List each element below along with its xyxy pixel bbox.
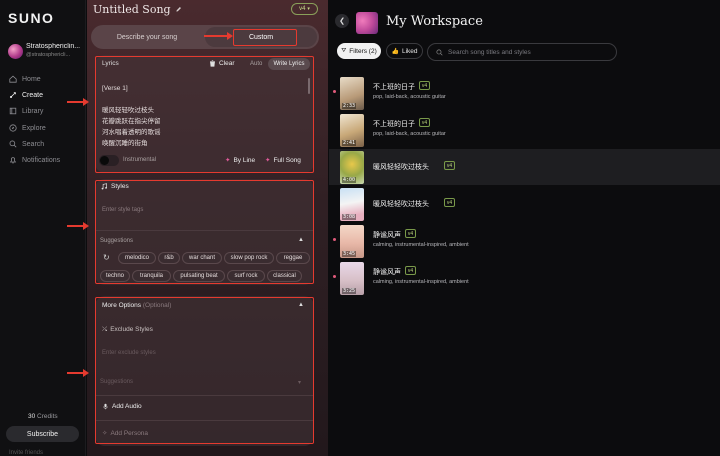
sidebar-item-label: Search <box>22 140 45 148</box>
search-input[interactable]: Search song titles and styles <box>427 43 617 61</box>
duration: 3:45 <box>342 251 357 257</box>
filters-label: Filters (2) <box>349 47 377 55</box>
bell-icon <box>9 157 17 164</box>
song-row[interactable]: 3:08 暖风轻轻吹过枝头 v4 <box>329 186 720 222</box>
song-title[interactable]: 不上班的日子 <box>373 82 415 92</box>
song-title[interactable]: 不上班的日子 <box>373 119 415 129</box>
annotation-box-custom <box>233 29 297 46</box>
song-title[interactable]: 暖风轻轻吹过枝头 <box>373 162 429 172</box>
workspace-title: My Workspace <box>386 14 483 29</box>
duration: 4:00 <box>342 177 357 183</box>
sidebar-item-create[interactable]: Create <box>9 89 43 101</box>
duration: 2:33 <box>342 103 357 109</box>
user-handle: @stratosphericli... <box>26 52 71 58</box>
song-title[interactable]: 暖风轻轻吹过枝头 <box>373 199 429 209</box>
filters-button[interactable]: ⛛ Filters (2) <box>337 43 381 59</box>
duration: 3:08 <box>342 214 357 220</box>
version-badge: v4 <box>405 266 416 275</box>
version-badge: v4 <box>419 118 430 127</box>
annotation-arrow <box>67 222 89 230</box>
sidebar-item-label: Home <box>22 75 41 83</box>
unplayed-dot <box>333 238 336 241</box>
credits-count: 30 <box>28 413 36 420</box>
version-badge: v4 <box>444 161 455 170</box>
song-row[interactable]: 3:25 静谧风声 v4 calming, instrumental-inspi… <box>329 260 720 296</box>
duration: 2:41 <box>342 140 357 146</box>
song-title-text: Untitled Song <box>93 3 171 16</box>
create-icon <box>9 92 16 99</box>
chevron-left-icon: ❮ <box>339 18 345 25</box>
song-cover[interactable]: 3:45 <box>340 225 364 258</box>
avatar <box>8 44 23 59</box>
sidebar-item-label: Library <box>22 107 44 115</box>
annotation-arrow <box>204 32 233 40</box>
version-badge: v4 <box>444 198 455 207</box>
sidebar-item-library[interactable]: Library <box>9 105 43 117</box>
song-tags: pop, laid-back, acoustic guitar <box>373 94 446 100</box>
song-title[interactable]: 静谧风声 <box>373 267 401 277</box>
version-select[interactable]: v4 ▾ <box>291 3 318 15</box>
liked-button[interactable]: 👍 Liked <box>386 43 423 59</box>
invite-friends-link[interactable]: Invite friends <box>9 450 43 456</box>
search-icon <box>436 48 443 56</box>
suno-logo[interactable]: SUNO <box>8 10 54 26</box>
pencil-icon[interactable] <box>175 6 182 13</box>
search-icon <box>9 140 17 148</box>
annotation-box-lyrics <box>95 56 314 173</box>
credits-label: Credits <box>37 413 58 420</box>
sidebar-item-explore[interactable]: Explore <box>9 122 46 134</box>
song-tags: pop, laid-back, acoustic guitar <box>373 131 446 137</box>
home-icon <box>9 75 17 83</box>
user-profile[interactable]: Stratosphericlin... @stratosphericli... <box>8 43 84 61</box>
unplayed-dot <box>333 90 336 93</box>
song-cover[interactable]: 3:08 <box>340 188 364 221</box>
song-row[interactable]: 2:41 不上班的日子 v4 pop, laid-back, acoustic … <box>329 112 720 148</box>
sidebar-item-label: Create <box>22 91 44 99</box>
explore-icon <box>9 124 17 132</box>
sidebar-item-home[interactable]: Home <box>9 73 41 85</box>
version-label: v4 <box>299 6 306 12</box>
credits-counter: 30 Credits <box>28 413 58 420</box>
sidebar-item-notifications[interactable]: Notifications <box>9 154 60 166</box>
sidebar-item-search[interactable]: Search <box>9 138 44 150</box>
song-row[interactable]: 4:00 暖风轻轻吹过枝头 v4 <box>329 149 720 185</box>
subscribe-button[interactable]: Subscribe <box>6 426 79 442</box>
duration: 3:25 <box>342 288 357 294</box>
annotation-arrow <box>67 98 89 106</box>
describe-mode-button[interactable]: Describe your song <box>91 25 203 49</box>
song-row[interactable]: 3:45 静谧风声 v4 calming, instrumental-inspi… <box>329 223 720 259</box>
sidebar: SUNO Stratosphericlin... @stratosphericl… <box>0 0 86 456</box>
song-cover[interactable]: 2:33 <box>340 77 364 110</box>
song-tags: calming, instrumental-inspired, ambient <box>373 279 469 285</box>
search-placeholder: Search song titles and styles <box>448 48 531 56</box>
liked-label: Liked <box>401 47 418 55</box>
thumbs-up-icon: 👍 <box>391 48 399 55</box>
workspace-cover <box>356 12 378 34</box>
song-title[interactable]: 静谧风声 <box>373 230 401 240</box>
song-title[interactable]: Untitled Song <box>93 3 182 16</box>
song-cover[interactable]: 2:41 <box>340 114 364 147</box>
song-row[interactable]: 2:33 不上班的日子 v4 pop, laid-back, acoustic … <box>329 75 720 111</box>
annotation-box-more-options <box>95 297 314 444</box>
sidebar-item-label: Explore <box>22 124 46 132</box>
version-badge: v4 <box>419 81 430 90</box>
filter-icon: ⛛ <box>341 47 347 54</box>
sidebar-item-label: Notifications <box>22 156 61 164</box>
version-badge: v4 <box>405 229 416 238</box>
song-cover[interactable]: 3:25 <box>340 262 364 295</box>
user-name: Stratosphericlin... <box>26 43 81 50</box>
library-icon <box>9 107 17 115</box>
annotation-box-styles <box>95 180 314 284</box>
annotation-arrow <box>67 369 89 377</box>
workspace-panel: ❮ My Workspace ⛛ Filters (2) 👍 Liked Searc… <box>329 0 720 456</box>
song-cover[interactable]: 4:00 <box>340 151 364 184</box>
back-button[interactable]: ❮ <box>335 14 349 28</box>
chevron-down-icon: ▾ <box>307 6 310 12</box>
create-panel: Untitled Song v4 ▾ Describe your song Cu… <box>87 0 328 456</box>
song-tags: calming, instrumental-inspired, ambient <box>373 242 469 248</box>
unplayed-dot <box>333 275 336 278</box>
